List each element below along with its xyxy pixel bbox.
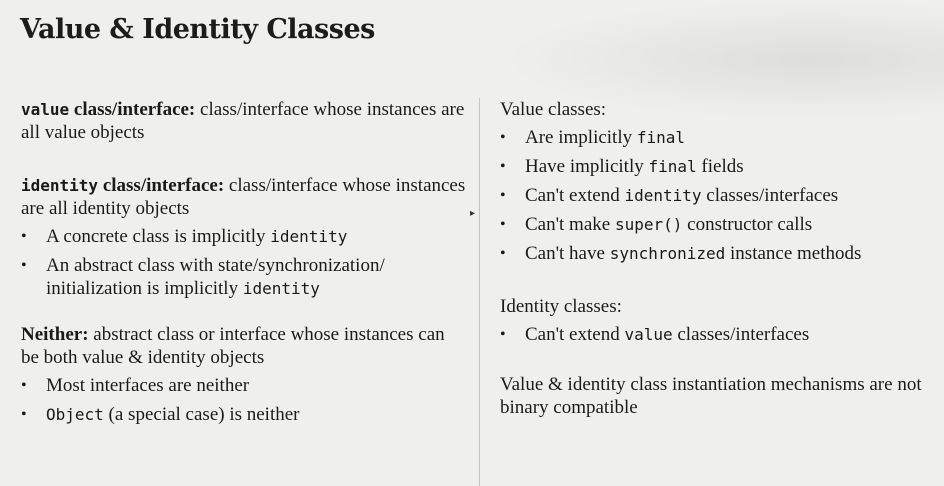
identity-term: class/interface:	[98, 175, 225, 196]
neither-definition: Neither: abstract class or interface who…	[21, 323, 466, 369]
identity-classes-list: Can't extend value classes/interfaces	[500, 323, 930, 346]
mouse-cursor-icon: ▸	[470, 208, 476, 219]
list-item: Can't make super() constructor calls	[500, 213, 930, 236]
slide-title: Value & Identity Classes	[20, 14, 375, 45]
list-item: Can't have synchronized instance methods	[500, 242, 930, 265]
identity-keyword: identity	[21, 176, 99, 195]
list-item: Object (a special case) is neither	[21, 403, 466, 426]
compatibility-note: Value & identity class instantiation mec…	[500, 374, 922, 418]
list-item: A concrete class is implicitly identity	[21, 225, 466, 248]
code-identity: identity	[242, 279, 320, 298]
neither-term: Neither:	[21, 324, 89, 345]
list-item: Can't extend value classes/interfaces	[500, 323, 930, 346]
identity-bullet-list: A concrete class is implicitly identity …	[21, 225, 466, 300]
neither-bullet-list: Most interfaces are neither Object (a sp…	[21, 374, 466, 426]
code-identity: identity	[270, 227, 348, 246]
identity-class-definition: identity class/interface: class/interfac…	[21, 174, 466, 220]
list-item: Are implicitly final	[500, 126, 930, 149]
value-term: class/interface:	[69, 99, 196, 120]
right-column: Value classes: Are implicitly final Have…	[500, 98, 930, 419]
list-item: Have implicitly final fields	[500, 155, 930, 178]
list-item: Can't extend identity classes/interfaces	[500, 184, 930, 207]
list-item: An abstract class with state/synchroniza…	[21, 254, 466, 300]
left-column: value class/interface: class/interface w…	[21, 98, 466, 432]
value-class-definition: value class/interface: class/interface w…	[21, 98, 466, 144]
list-item: Most interfaces are neither	[21, 374, 466, 397]
identity-classes-heading: Identity classes:	[500, 296, 622, 317]
column-divider	[479, 98, 480, 486]
code-object: Object	[46, 405, 104, 424]
value-classes-list: Are implicitly final Have implicitly fin…	[500, 126, 930, 265]
value-keyword: value	[21, 100, 70, 119]
value-classes-heading: Value classes:	[500, 99, 607, 120]
